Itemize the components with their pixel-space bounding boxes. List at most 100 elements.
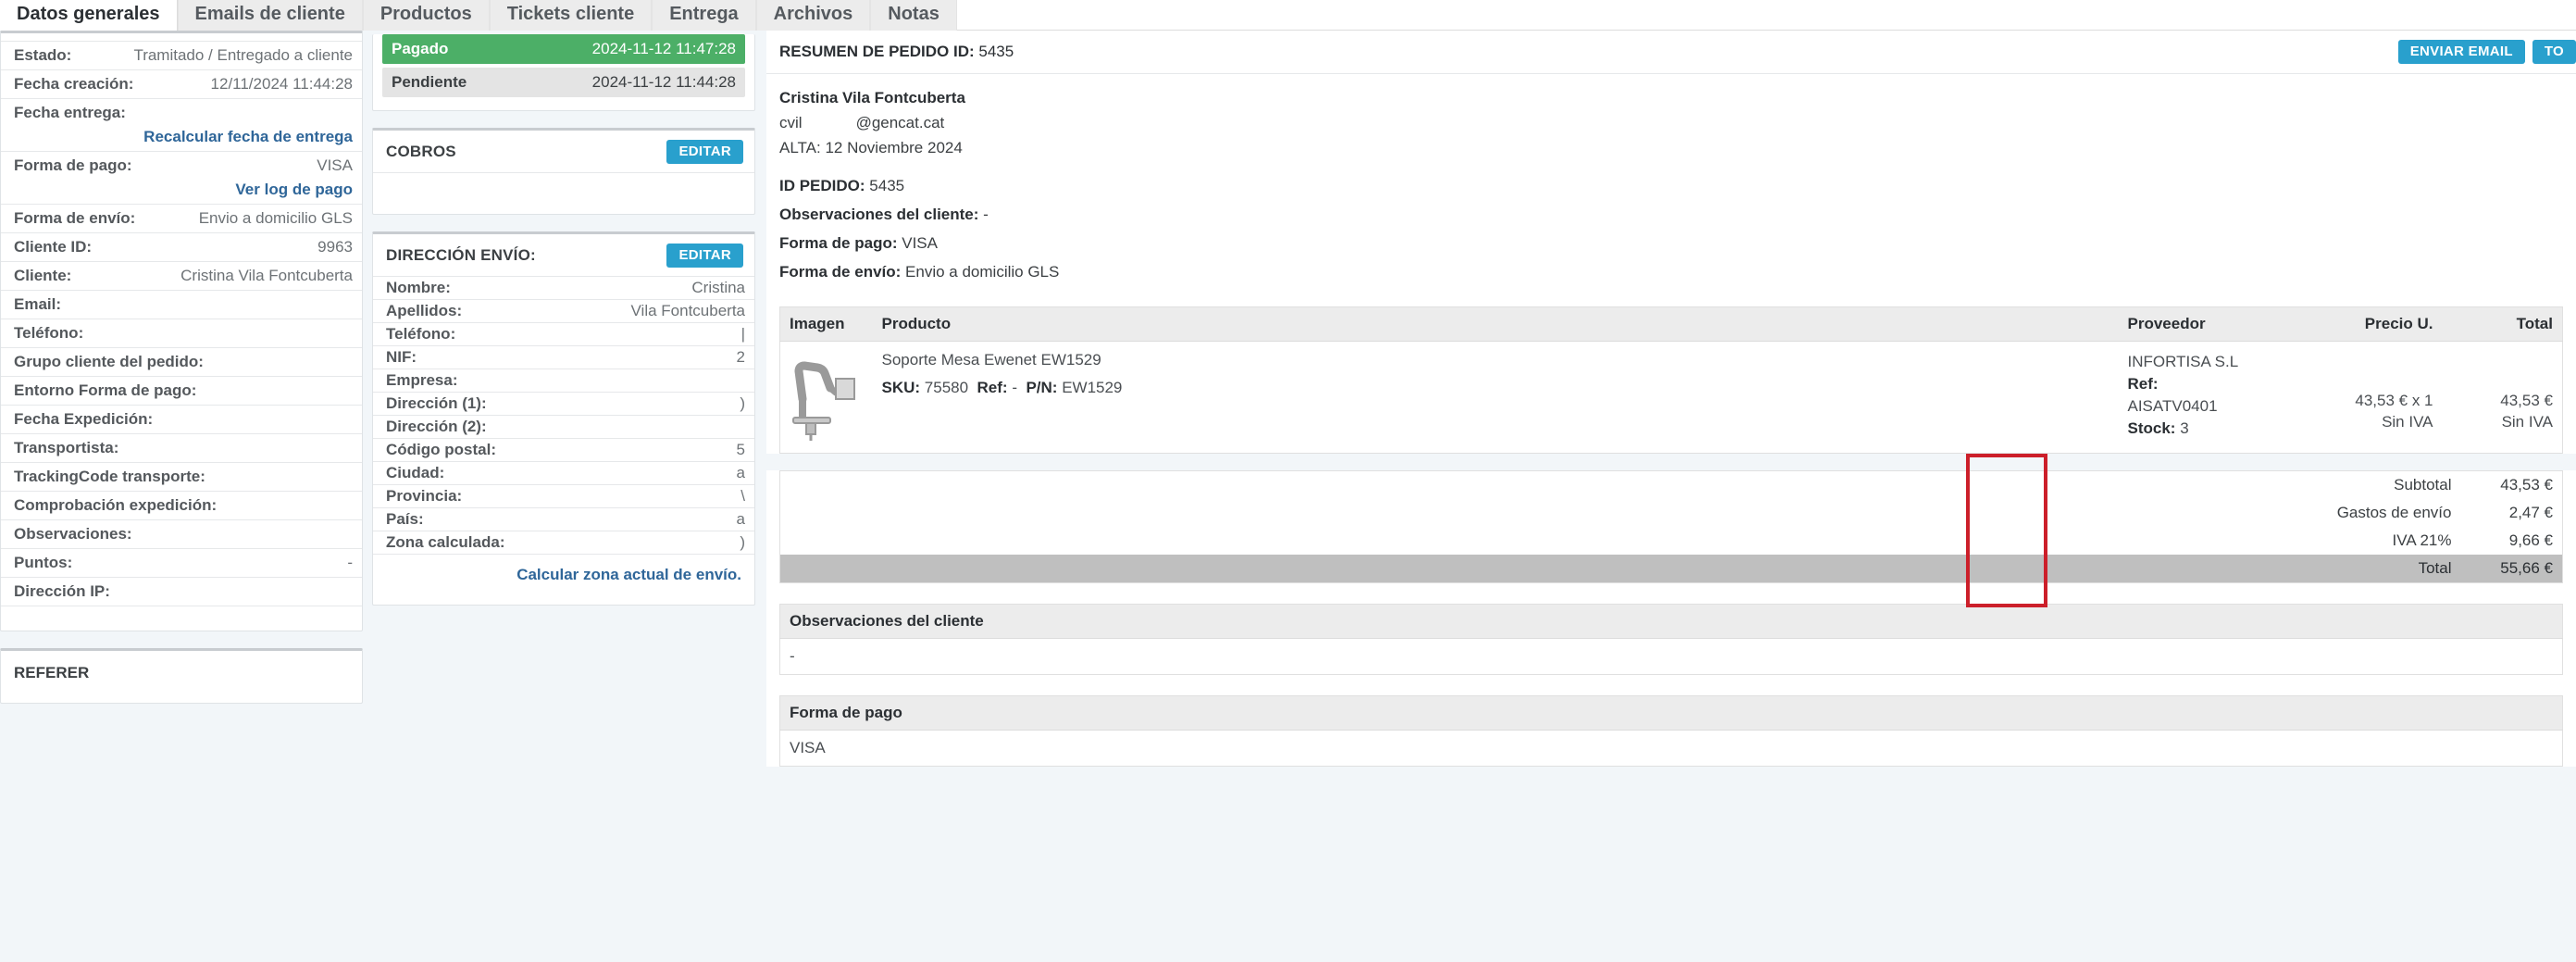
tab-emails-de-cliente[interactable]: Emails de cliente — [177, 0, 363, 31]
general-row: TrackingCode transporte: — [1, 463, 362, 492]
product-table-header-row: Imagen Producto Proveedor Precio U. Total — [779, 306, 2563, 342]
payment-status-timestamp: 2024-11-12 11:44:28 — [591, 73, 736, 91]
general-row-label: Grupo cliente del pedido: — [14, 353, 204, 370]
order-meta-value: 5435 — [869, 177, 905, 194]
product-table-body: Soporte Mesa Ewenet EW1529 SKU: 75580 Ref… — [780, 342, 2563, 454]
direccion-envio-row: NIF: 2 — [373, 346, 754, 369]
direccion-envio-row-value: ) — [740, 533, 745, 551]
totals-row-label: Subtotal — [2394, 476, 2452, 493]
resumen-header: RESUMEN DE PEDIDO ID: 5435 ENVIAR EMAIL T… — [766, 31, 2576, 74]
direccion-envio-row: Ciudad: a — [373, 462, 754, 485]
product-table-row: Soporte Mesa Ewenet EW1529 SKU: 75580 Ref… — [780, 342, 2563, 454]
direccion-envio-row-value: | — [740, 325, 745, 343]
direccion-envio-row-label: Nombre: — [386, 279, 451, 296]
general-row-action-link[interactable]: Recalcular fecha de entrega — [14, 127, 353, 147]
order-meta-line: Forma de envío: Envio a domicilio GLS — [779, 263, 2563, 281]
provider-stock-label: Stock: — [2127, 419, 2176, 437]
direccion-envio-row: Código postal: 5 — [373, 439, 754, 462]
customer-alta-date: ALTA: 12 Noviembre 2024 — [779, 139, 963, 156]
general-row-value: - — [347, 554, 353, 571]
tab-tickets-cliente[interactable]: Tickets cliente — [489, 0, 653, 31]
general-row-label: Transportista: — [14, 439, 119, 456]
resumen-header-buttons: ENVIAR EMAIL TO — [2397, 40, 2576, 64]
forma-pago-table: Forma de pago VISA — [779, 695, 2563, 767]
product-sku-value: 75580 — [924, 379, 969, 396]
resumen-title-label: RESUMEN DE PEDIDO ID: — [779, 43, 975, 60]
direccion-envio-card: DIRECCIÓN ENVÍO: EDITAR Nombre: Cristina A… — [372, 231, 755, 606]
product-name: Soporte Mesa Ewenet EW1529 — [881, 351, 1101, 369]
general-row: Cliente ID: 9963 — [1, 233, 362, 262]
totals-row-label: Gastos de envío — [2336, 504, 2452, 521]
totals-row-label: Total — [779, 555, 2461, 583]
product-provider-cell: INFORTISA S.L Ref: AISATV0401 Stock: 3 — [2119, 342, 2285, 454]
resumen-button-enviar-email[interactable]: ENVIAR EMAIL — [2397, 40, 2525, 64]
general-row: Forma de pago: VISA Ver log de pago — [1, 152, 362, 205]
tab-notas[interactable]: Notas — [870, 0, 957, 31]
payment-status-row-pending: Pendiente 2024-11-12 11:44:28 — [382, 68, 745, 97]
totals-row: IVA 21% 9,66 € — [780, 527, 2563, 555]
datos-generales-card: Estado: Tramitado / Entregado a cliente Fe… — [0, 31, 363, 631]
order-meta-line: Forma de pago: VISA — [779, 234, 2563, 253]
direccion-envio-row-label: Zona calculada: — [386, 533, 505, 551]
general-row-action-link[interactable]: Ver log de pago — [14, 180, 353, 200]
general-row-value: 9963 — [317, 238, 353, 256]
general-row-label: Entorno Forma de pago: — [14, 381, 197, 399]
card-bottom-spacer — [1, 606, 362, 631]
observaciones-header: Observaciones del cliente — [779, 604, 2563, 639]
general-row-label: Fecha Expedición: — [14, 410, 154, 428]
tab-datos-generales[interactable]: Datos generales — [0, 0, 178, 31]
cobros-title: COBROS — [386, 143, 456, 160]
totals-row: Subtotal 43,53 € — [780, 471, 2563, 500]
general-row-label: Fecha entrega: — [14, 104, 126, 121]
product-total-cell: 43,53 € Sin IVA — [2443, 342, 2563, 454]
tab-entrega[interactable]: Entrega — [652, 0, 756, 31]
general-row: Fecha Expedición: — [1, 406, 362, 434]
general-row-label: Cliente: — [14, 267, 72, 284]
direccion-envio-row: Empresa: — [373, 369, 754, 393]
general-row-label: Email: — [14, 295, 62, 313]
general-row-value: Cristina Vila Fontcuberta — [180, 267, 353, 284]
direccion-envio-row-value: a — [736, 464, 745, 481]
provider-stock-value: 3 — [2180, 419, 2189, 437]
product-table-header-cell: Total — [2442, 306, 2563, 342]
general-row-label: Comprobación expedición: — [14, 496, 218, 514]
observaciones-table: Observaciones del cliente - — [779, 604, 2563, 675]
cobros-header: COBROS EDITAR — [373, 131, 754, 173]
product-sku-line: SKU: 75580 Ref: - P/N: EW1529 — [882, 379, 2109, 397]
general-row: Teléfono: — [1, 319, 362, 348]
direccion-envio-edit-button[interactable]: EDITAR — [666, 244, 743, 268]
general-row-label: Teléfono: — [14, 324, 84, 342]
direccion-envio-row-label: Empresa: — [386, 371, 458, 389]
customer-email: cvil @gencat.cat — [779, 114, 2563, 132]
cobros-edit-button[interactable]: EDITAR — [666, 140, 743, 164]
payment-status-timestamp: 2024-11-12 11:47:28 — [591, 40, 736, 57]
order-meta-value: Envio a domicilio GLS — [905, 263, 1060, 281]
direccion-envio-row-value: Cristina — [691, 279, 745, 296]
general-row-label: Forma de envío: — [14, 209, 136, 227]
provider-name: INFORTISA S.L — [2127, 353, 2239, 370]
totals-row: Total 55,66 € — [779, 555, 2563, 583]
tab-archivos[interactable]: Archivos — [755, 0, 871, 31]
direccion-envio-row-label: Dirección (2): — [386, 418, 487, 435]
unit-price-note: Sin IVA — [2382, 413, 2433, 431]
direccion-envio-row-value: 5 — [736, 441, 745, 458]
calcular-zona-link[interactable]: Calcular zona actual de envío. — [516, 566, 741, 583]
order-meta-line: Observaciones del cliente: - — [779, 206, 2563, 224]
general-row: Estado: Tramitado / Entregado a cliente — [1, 42, 362, 70]
order-meta-value: - — [983, 206, 989, 223]
totals-row-label: IVA 21% — [2392, 531, 2452, 549]
forma-pago-value: VISA — [790, 739, 826, 756]
observaciones-value: - — [790, 647, 795, 665]
general-row: Comprobación expedición: — [1, 492, 362, 520]
direccion-envio-row-label: Apellidos: — [386, 302, 463, 319]
general-row: Entorno Forma de pago: — [1, 377, 362, 406]
line-total: 43,53 € — [2500, 392, 2553, 409]
direccion-envio-row: Zona calculada:) — [373, 531, 754, 555]
resumen-button-secondary[interactable]: TO — [2532, 40, 2576, 64]
order-meta-label: Observaciones del cliente: — [779, 206, 979, 223]
order-meta-value: VISA — [902, 234, 938, 252]
tab-productos[interactable]: Productos — [362, 0, 490, 31]
direccion-envio-row-label: Dirección (1): — [386, 394, 487, 412]
customer-email-prefix: cvil — [779, 114, 803, 131]
direccion-envio-row: País: a — [373, 508, 754, 531]
